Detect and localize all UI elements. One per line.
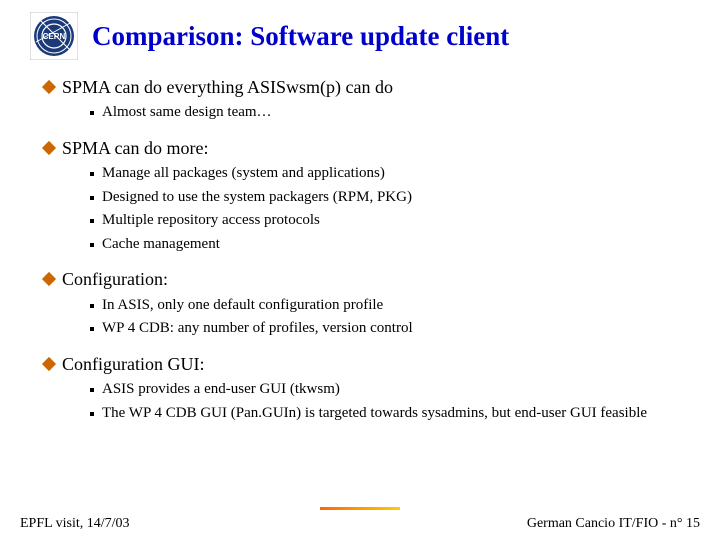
slide: CERN Comparison: Software update client … [0,0,720,540]
dot-bullet-icon [90,196,94,200]
sub-text: Cache management [102,235,220,255]
diamond-bullet-icon [42,357,56,371]
sub-item: Almost same design team… [90,103,690,123]
dot-bullet-icon [90,111,94,115]
dot-bullet-icon [90,304,94,308]
slide-title: Comparison: Software update client [92,21,509,52]
sub-item: In ASIS, only one default configuration … [90,296,690,316]
sub-text: Almost same design team… [102,103,272,123]
bullet-text: Configuration: [62,268,168,291]
sub-item: Designed to use the system packagers (RP… [90,188,690,208]
dot-bullet-icon [90,172,94,176]
dot-bullet-icon [90,327,94,331]
accent-bar [320,507,400,510]
footer-left: EPFL visit, 14/7/03 [20,516,130,532]
diamond-bullet-icon [42,141,56,155]
bullet-item: SPMA can do everything ASISwsm(p) can do… [44,76,690,131]
sub-text: Multiple repository access protocols [102,211,320,231]
sub-list: Manage all packages (system and applicat… [90,164,690,258]
sub-text: Manage all packages (system and applicat… [102,164,385,184]
sub-text: ASIS provides a end-user GUI (tkwsm) [102,380,340,400]
dot-bullet-icon [90,388,94,392]
sub-item: Cache management [90,235,690,255]
sub-text: WP 4 CDB: any number of profiles, versio… [102,319,413,339]
sub-text: In ASIS, only one default configuration … [102,296,383,316]
bullet-text: SPMA can do more: [62,137,209,160]
bullet-list: SPMA can do everything ASISwsm(p) can do… [44,76,690,431]
sub-item: The WP 4 CDB GUI (Pan.GUIn) is targeted … [90,404,690,424]
bullet-item: Configuration GUI: ASIS provides a end-u… [44,353,690,431]
sub-list: ASIS provides a end-user GUI (tkwsm) The… [90,380,690,427]
sub-text: The WP 4 CDB GUI (Pan.GUIn) is targeted … [102,404,647,424]
bullet-text: Configuration GUI: [62,353,204,376]
dot-bullet-icon [90,412,94,416]
bullet-text: SPMA can do everything ASISwsm(p) can do [62,76,393,99]
dot-bullet-icon [90,219,94,223]
title-row: CERN Comparison: Software update client [30,12,690,60]
cern-logo-icon: CERN [30,12,78,60]
bullet-item: Configuration: In ASIS, only one default… [44,268,690,346]
footer-right: German Cancio IT/FIO - n° 15 [527,516,700,532]
sub-item: ASIS provides a end-user GUI (tkwsm) [90,380,690,400]
dot-bullet-icon [90,243,94,247]
diamond-bullet-icon [42,80,56,94]
footer: EPFL visit, 14/7/03 German Cancio IT/FIO… [0,516,720,532]
sub-text: Designed to use the system packagers (RP… [102,188,412,208]
diamond-bullet-icon [42,272,56,286]
sub-list: Almost same design team… [90,103,690,127]
sub-item: WP 4 CDB: any number of profiles, versio… [90,319,690,339]
sub-list: In ASIS, only one default configuration … [90,296,690,343]
sub-item: Manage all packages (system and applicat… [90,164,690,184]
bullet-item: SPMA can do more: Manage all packages (s… [44,137,690,262]
svg-text:CERN: CERN [43,32,66,41]
sub-item: Multiple repository access protocols [90,211,690,231]
